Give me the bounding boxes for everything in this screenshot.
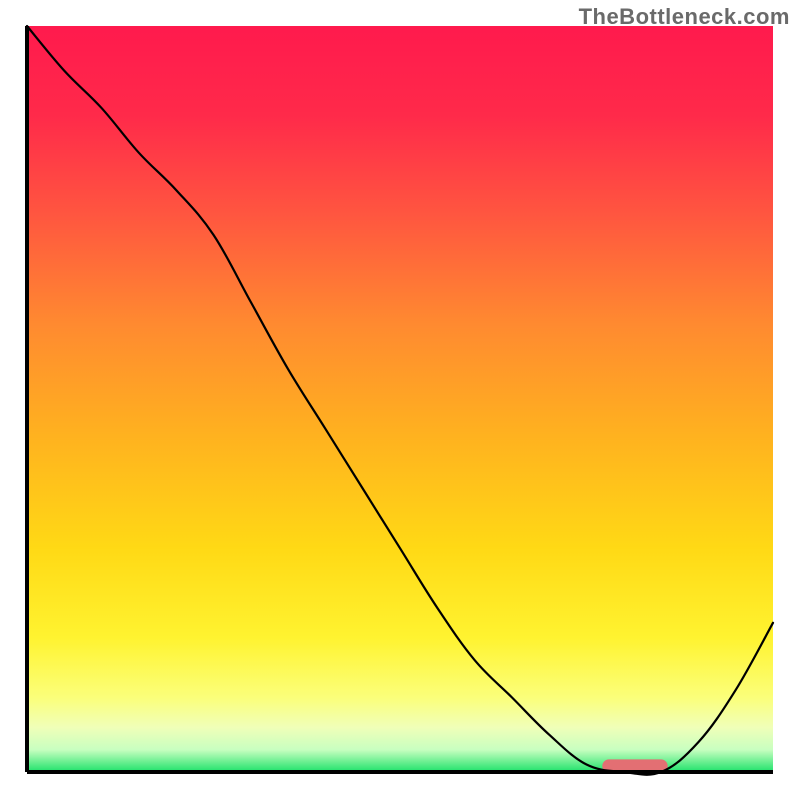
chart-container: TheBottleneck.com [0, 0, 800, 800]
watermark-text: TheBottleneck.com [579, 4, 790, 30]
plot-background [27, 26, 773, 772]
bottleneck-chart [0, 0, 800, 800]
